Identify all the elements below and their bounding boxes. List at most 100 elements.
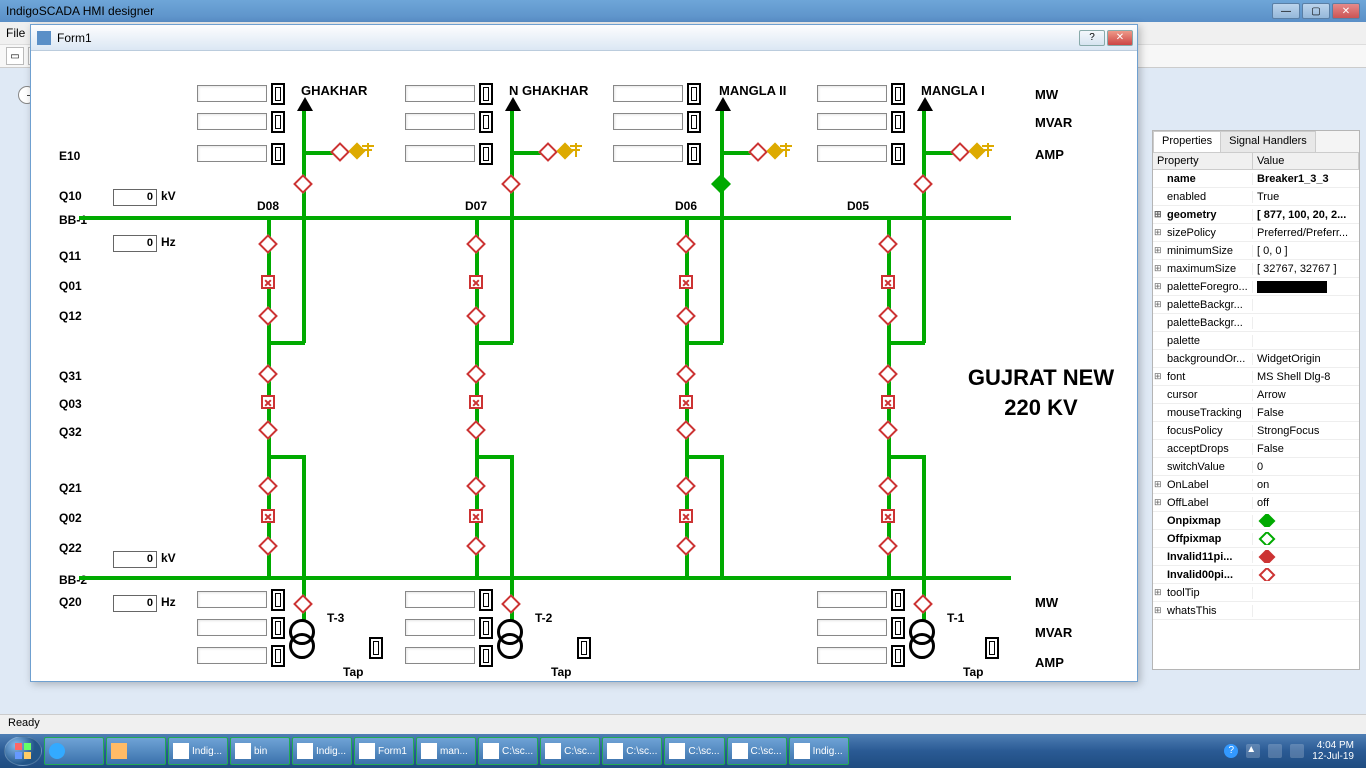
form-help-button[interactable]: ? <box>1079 30 1105 46</box>
taskbar-item[interactable]: Form1 <box>354 737 414 765</box>
taskbar-item[interactable]: Indig... <box>789 737 849 765</box>
f4-q10[interactable] <box>913 174 933 194</box>
prop-row[interactable]: whatsThis <box>1153 602 1359 620</box>
t2-dig2[interactable] <box>479 617 493 639</box>
taskbar-ie[interactable] <box>44 737 104 765</box>
t3-q20[interactable] <box>293 594 313 614</box>
hmi-canvas[interactable]: E10 Q10 BB-1 Q11 Q01 Q12 Q31 Q03 Q32 Q21… <box>31 51 1137 681</box>
f2-q21[interactable] <box>466 476 486 496</box>
prop-row[interactable]: palette <box>1153 332 1359 350</box>
f4-q12[interactable] <box>878 306 898 326</box>
taskbar-item[interactable]: man... <box>416 737 476 765</box>
f4-q21[interactable] <box>878 476 898 496</box>
f4-q02[interactable] <box>881 509 895 523</box>
prop-row[interactable]: nameBreaker1_3_3 <box>1153 170 1359 188</box>
maximize-button[interactable]: ▢ <box>1302 3 1330 19</box>
prop-row[interactable]: OnLabelon <box>1153 476 1359 494</box>
t2-mvar[interactable] <box>405 619 475 636</box>
taskbar-item[interactable]: C:\sc... <box>727 737 787 765</box>
tab-signal-handlers[interactable]: Signal Handlers <box>1220 131 1316 152</box>
f1-dig2[interactable] <box>271 111 285 133</box>
t1-dig1[interactable] <box>891 589 905 611</box>
t1-mvar[interactable] <box>817 619 887 636</box>
f3-q01[interactable] <box>679 275 693 289</box>
f1-q11[interactable] <box>258 234 278 254</box>
minimize-button[interactable]: — <box>1272 3 1300 19</box>
busbar-1[interactable] <box>79 216 1011 220</box>
form-titlebar[interactable]: Form1 ? ✕ <box>31 25 1137 51</box>
menu-file[interactable]: File <box>6 26 25 40</box>
taskbar-item[interactable]: Indig... <box>292 737 352 765</box>
taskbar-item[interactable]: C:\sc... <box>478 737 538 765</box>
f3-gnd-iso[interactable] <box>748 142 768 162</box>
t2-dig3[interactable] <box>479 645 493 667</box>
prop-row[interactable]: switchValue0 <box>1153 458 1359 476</box>
f1-q22[interactable] <box>258 536 278 556</box>
f1-q10[interactable] <box>293 174 313 194</box>
prop-row[interactable]: Invalid11pi... <box>1153 548 1359 566</box>
f3-dig2[interactable] <box>687 111 701 133</box>
t1-dig3[interactable] <box>891 645 905 667</box>
prop-row[interactable]: acceptDropsFalse <box>1153 440 1359 458</box>
val-hz-top[interactable]: 0 <box>113 235 157 252</box>
f3-dig3[interactable] <box>687 143 701 165</box>
taskbar-calc[interactable] <box>106 737 166 765</box>
start-button[interactable] <box>4 736 42 766</box>
f3-q02[interactable] <box>679 509 693 523</box>
f2-dig3[interactable] <box>479 143 493 165</box>
f1-q21[interactable] <box>258 476 278 496</box>
f2-amp[interactable] <box>405 145 475 162</box>
f2-q10[interactable] <box>501 174 521 194</box>
f4-dig3[interactable] <box>891 143 905 165</box>
f4-q11[interactable] <box>878 234 898 254</box>
taskbar-item[interactable]: Indig... <box>168 737 228 765</box>
f1-q02[interactable] <box>261 509 275 523</box>
f2-mvar[interactable] <box>405 113 475 130</box>
f4-amp[interactable] <box>817 145 887 162</box>
prop-row[interactable]: paletteForegro... <box>1153 278 1359 296</box>
prop-row[interactable]: enabledTrue <box>1153 188 1359 206</box>
t1-amp[interactable] <box>817 647 887 664</box>
f2-gnd-iso[interactable] <box>538 142 558 162</box>
f4-gnd-iso[interactable] <box>950 142 970 162</box>
prop-row[interactable]: Invalid00pi... <box>1153 566 1359 584</box>
tab-properties[interactable]: Properties <box>1153 131 1221 152</box>
prop-row[interactable]: paletteBackgr... <box>1153 296 1359 314</box>
prop-row[interactable]: mouseTrackingFalse <box>1153 404 1359 422</box>
f2-q01[interactable] <box>469 275 483 289</box>
t2-amp[interactable] <box>405 647 475 664</box>
f4-q01[interactable] <box>881 275 895 289</box>
val-kv-top[interactable]: 0 <box>113 189 157 206</box>
f2-q22[interactable] <box>466 536 486 556</box>
f1-q03[interactable] <box>261 395 275 409</box>
f3-q10[interactable] <box>711 174 731 194</box>
f2-mw[interactable] <box>405 85 475 102</box>
t3-mw[interactable] <box>197 591 267 608</box>
taskbar-item[interactable]: C:\sc... <box>540 737 600 765</box>
busbar-2[interactable] <box>79 576 1011 580</box>
f4-mw[interactable] <box>817 85 887 102</box>
taskbar-item[interactable]: C:\sc... <box>602 737 662 765</box>
taskbar-item[interactable]: C:\sc... <box>664 737 724 765</box>
prop-row[interactable]: maximumSize[ 32767, 32767 ] <box>1153 260 1359 278</box>
f4-dig1[interactable] <box>891 83 905 105</box>
t2-q20[interactable] <box>501 594 521 614</box>
prop-row[interactable]: Onpixmap <box>1153 512 1359 530</box>
t3-dig1[interactable] <box>271 589 285 611</box>
f4-q32[interactable] <box>878 420 898 440</box>
f4-mvar[interactable] <box>817 113 887 130</box>
transformer-t1-icon[interactable] <box>909 619 937 659</box>
f4-q22[interactable] <box>878 536 898 556</box>
val-kv-bot[interactable]: 0 <box>113 551 157 568</box>
f3-dig1[interactable] <box>687 83 701 105</box>
prop-row[interactable]: focusPolicyStrongFocus <box>1153 422 1359 440</box>
t2-dig1[interactable] <box>479 589 493 611</box>
f2-q02[interactable] <box>469 509 483 523</box>
f2-q32[interactable] <box>466 420 486 440</box>
tool-new-icon[interactable]: ▭ <box>6 47 24 65</box>
form-close-button[interactable]: ✕ <box>1107 30 1133 46</box>
t2-tap[interactable] <box>577 637 591 659</box>
f1-q32[interactable] <box>258 420 278 440</box>
prop-row[interactable]: geometry[ 877, 100, 20, 2... <box>1153 206 1359 224</box>
f3-q21[interactable] <box>676 476 696 496</box>
